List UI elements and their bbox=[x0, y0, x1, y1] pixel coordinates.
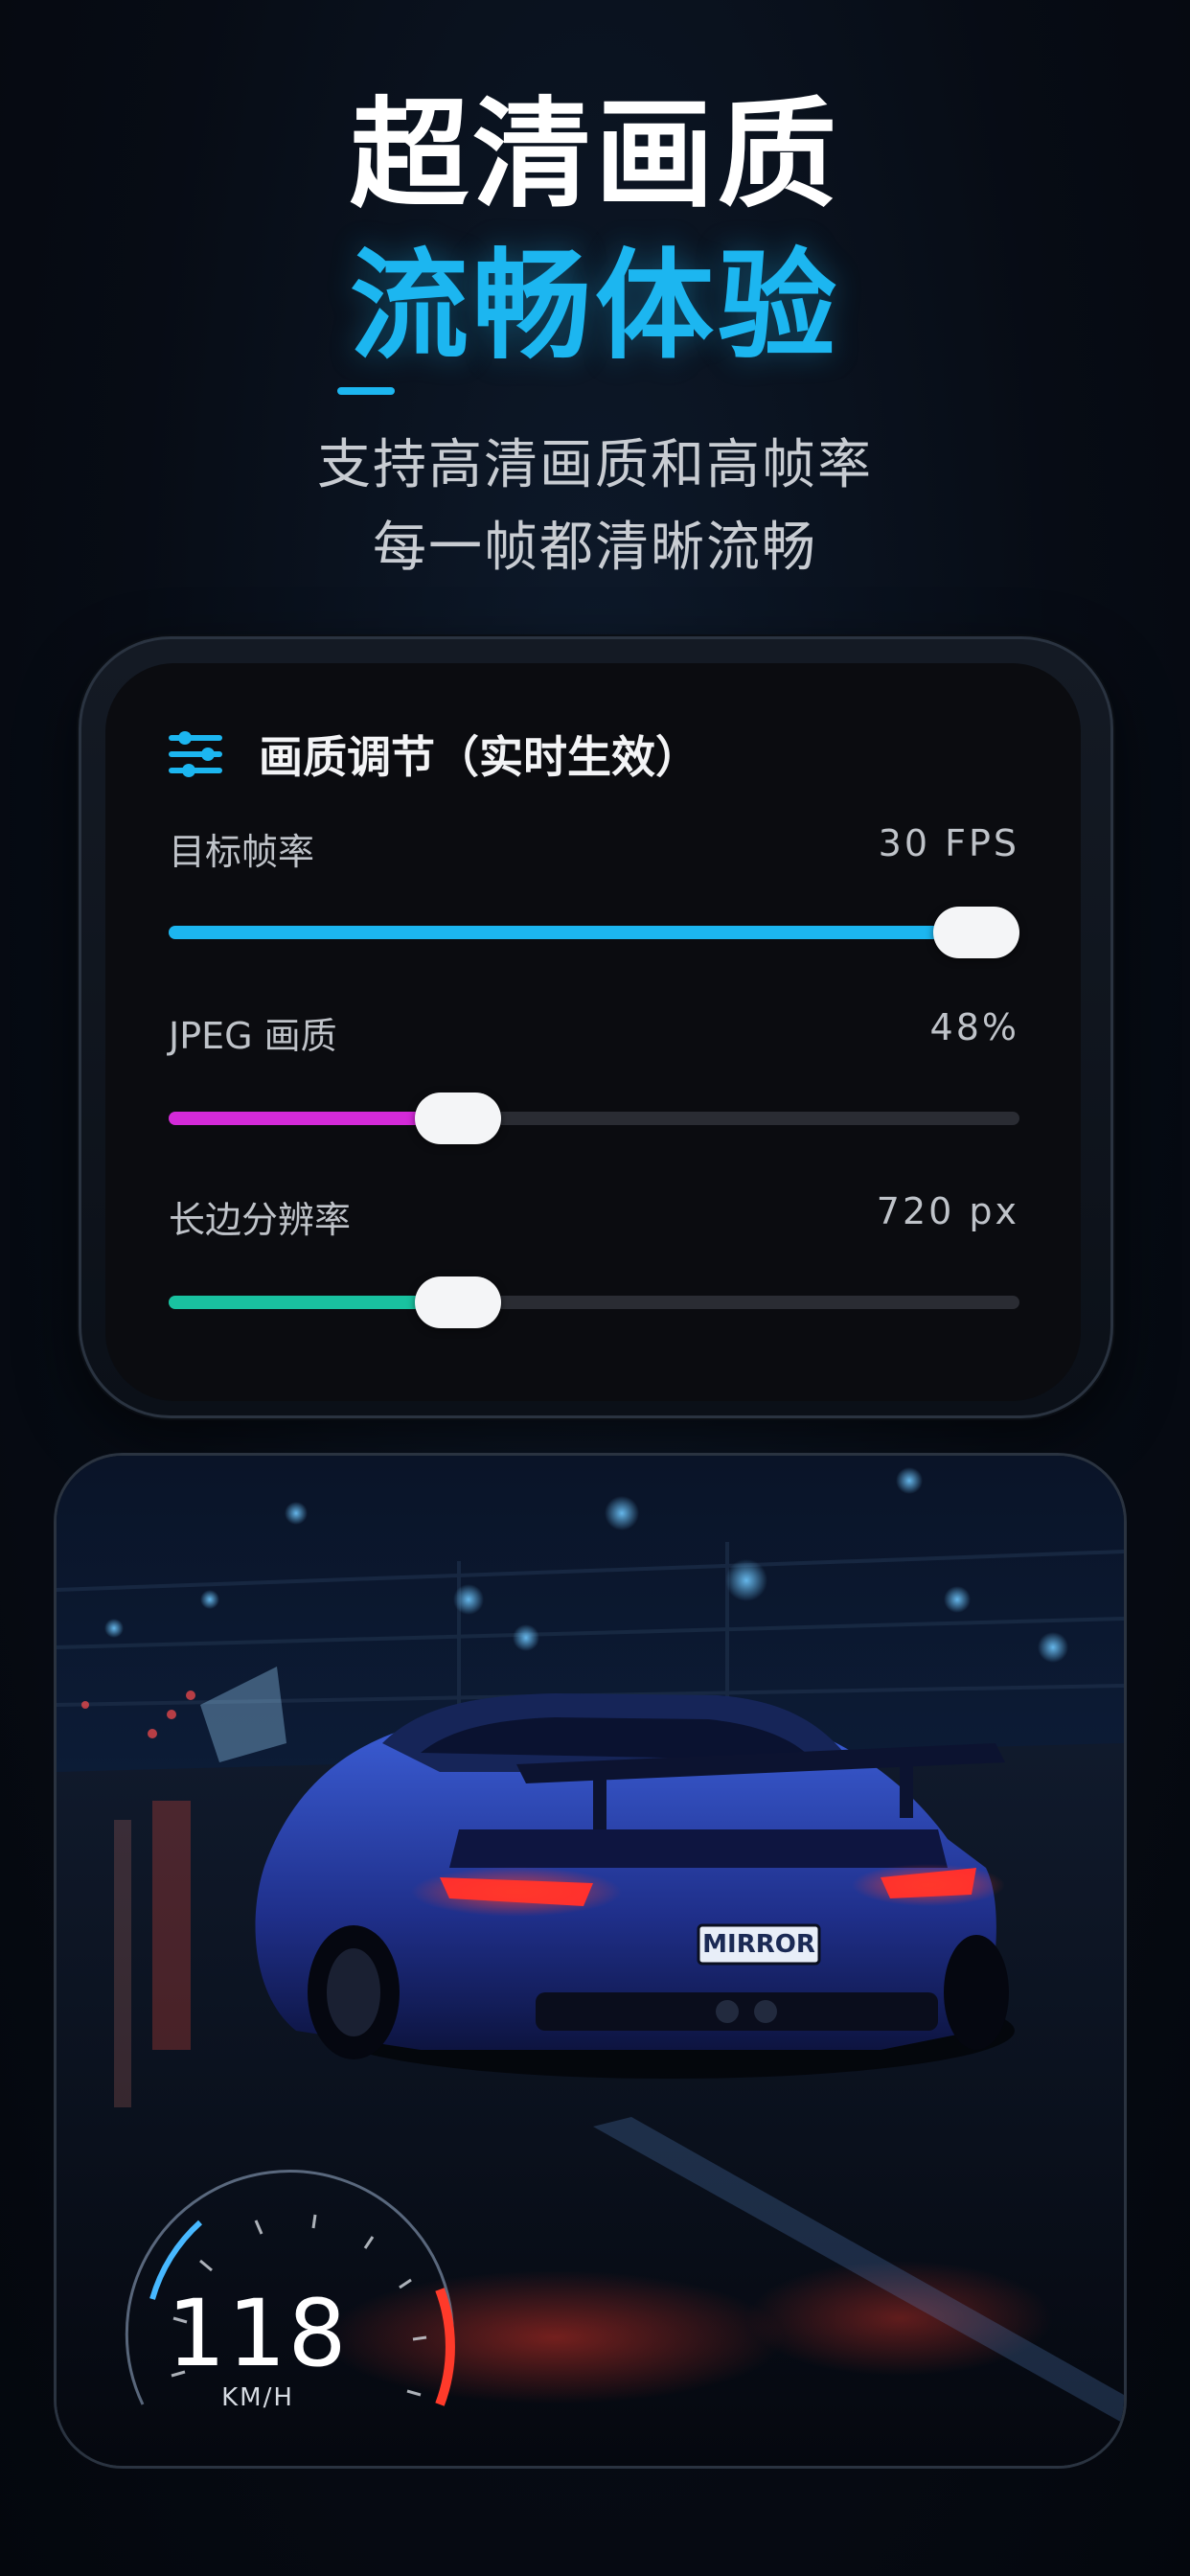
preview-image-card: MIRROR 118 KM/H bbox=[54, 1453, 1127, 2469]
slider-label-fps: 目标帧率 bbox=[169, 831, 315, 873]
hero-title-line1: 超清画质 bbox=[349, 86, 840, 224]
accent-underline bbox=[337, 387, 395, 395]
hero-title-line2: 流畅体验 bbox=[349, 238, 840, 376]
slider-value-resolution: 720 px bbox=[876, 1190, 1019, 1232]
fps-slider-fill bbox=[169, 926, 977, 939]
settings-card-title: 画质调节（实时生效） bbox=[259, 731, 699, 783]
slider-label-resolution: 长边分辨率 bbox=[169, 1199, 352, 1241]
jpeg-quality-slider-thumb[interactable] bbox=[414, 1092, 501, 1144]
jpeg-quality-slider[interactable] bbox=[169, 1092, 1019, 1144]
fps-slider-thumb[interactable] bbox=[933, 907, 1019, 958]
license-plate-text: MIRROR bbox=[702, 1930, 815, 1959]
slider-value-jpeg-quality: 48% bbox=[929, 1006, 1019, 1048]
speedometer: 118 KM/H bbox=[85, 2127, 488, 2443]
hero-subtitle-line2: 每一帧都清晰流畅 bbox=[373, 517, 817, 579]
resolution-slider[interactable] bbox=[169, 1276, 1019, 1328]
slider-label-jpeg-quality: JPEG 画质 bbox=[169, 1015, 337, 1057]
fps-slider[interactable] bbox=[169, 907, 1019, 958]
sliders-icon bbox=[169, 731, 222, 777]
speed-unit: KM/H bbox=[221, 2383, 294, 2412]
settings-card-header: 画质调节（实时生效） bbox=[169, 721, 699, 788]
hero-subtitle-line1: 支持高清画质和高帧率 bbox=[317, 434, 873, 496]
speed-value: 118 bbox=[167, 2280, 349, 2387]
resolution-slider-thumb[interactable] bbox=[414, 1276, 501, 1328]
slider-value-fps: 30 FPS bbox=[878, 822, 1019, 864]
